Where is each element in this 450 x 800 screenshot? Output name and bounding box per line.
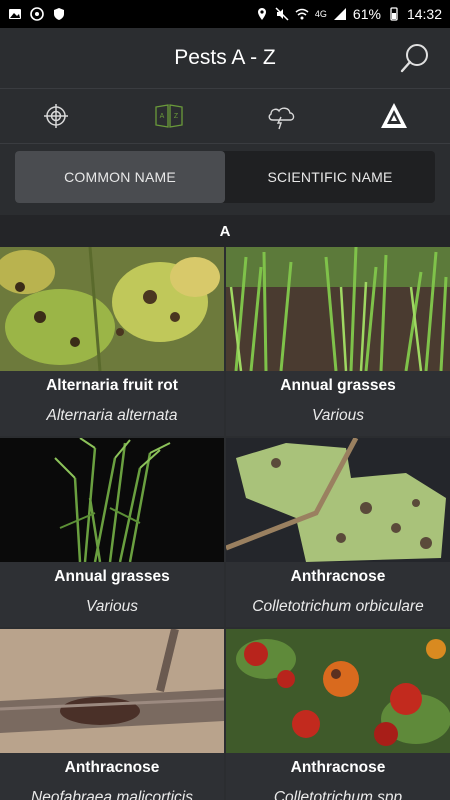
mute-icon [275,7,289,21]
pest-thumbnail [0,629,224,753]
status-notifications [8,7,66,21]
signal-icon [333,8,346,20]
pest-card[interactable]: Anthracnose Neofabraea malicorticis [0,629,224,800]
section-header: A [0,215,450,247]
scientific-name-segment[interactable]: SCIENTIFIC NAME [225,151,435,203]
app-bar: Pests A - Z [0,28,450,88]
wifi-icon [295,8,309,20]
pest-card[interactable]: Annual grasses Various [226,247,450,436]
page-title: Pests A - Z [174,46,276,69]
svg-text:A: A [159,113,164,120]
weather-icon [268,107,295,130]
shield-icon [54,8,64,20]
common-name-segment[interactable]: COMMON NAME [15,151,225,203]
a-triangle-icon [380,103,407,128]
book-az-icon: A Z [155,104,183,128]
pest-common-name: Anthracnose [290,759,386,776]
pest-card[interactable]: Anthracnose Colletotrichum spp [226,629,450,800]
location-icon [257,8,266,20]
icon-tab-bar: A Z [0,88,450,144]
pest-common-name: Annual grasses [280,377,396,394]
pest-common-name: Alternaria fruit rot [46,377,178,394]
pest-card[interactable]: Alternaria fruit rot Alternaria alternat… [0,247,224,436]
pest-common-name: Annual grasses [54,568,170,585]
pest-thumbnail [226,247,450,371]
search-icon[interactable] [398,41,432,75]
pest-scientific-name: Various [312,407,364,424]
pest-card[interactable]: Anthracnose Colletotrichum orbiculare [226,438,450,627]
pest-common-name: Anthracnose [290,568,386,585]
status-system: 4G 61% 14:32 [255,6,442,22]
section-letter: A [219,222,231,240]
pest-thumbnail [226,438,450,562]
tab-alerts[interactable] [338,89,450,143]
pest-thumbnail [226,629,450,753]
tab-weather[interactable] [225,89,338,143]
pest-thumbnail [0,438,224,562]
clock: 14:32 [406,6,442,22]
pest-common-name: Anthracnose [64,759,160,776]
pest-scientific-name: Colletotrichum spp [273,789,403,800]
svg-text:Z: Z [174,113,179,120]
name-type-toggle: COMMON NAME SCIENTIFIC NAME [15,151,435,203]
network-type: 4G [314,9,327,19]
pest-scientific-name: Neofabraea malicorticis [31,789,193,800]
pest-thumbnail [0,247,224,371]
battery-percent: 61% [352,6,381,22]
tab-identify[interactable] [0,89,113,143]
tab-a-z-guide[interactable]: A Z [113,89,226,143]
pest-scientific-name: Various [86,598,138,615]
pest-scientific-name: Colletotrichum orbiculare [252,598,424,615]
whatsapp-icon [30,7,44,21]
battery-icon [390,7,398,21]
pest-scientific-name: Alternaria alternata [46,407,178,424]
gallery-icon [9,9,21,19]
pest-card[interactable]: Annual grasses Various [0,438,224,627]
pest-grid: Alternaria fruit rot Alternaria alternat… [0,247,450,800]
crosshair-icon [44,104,69,128]
status-bar: 4G 61% 14:32 [0,0,450,28]
